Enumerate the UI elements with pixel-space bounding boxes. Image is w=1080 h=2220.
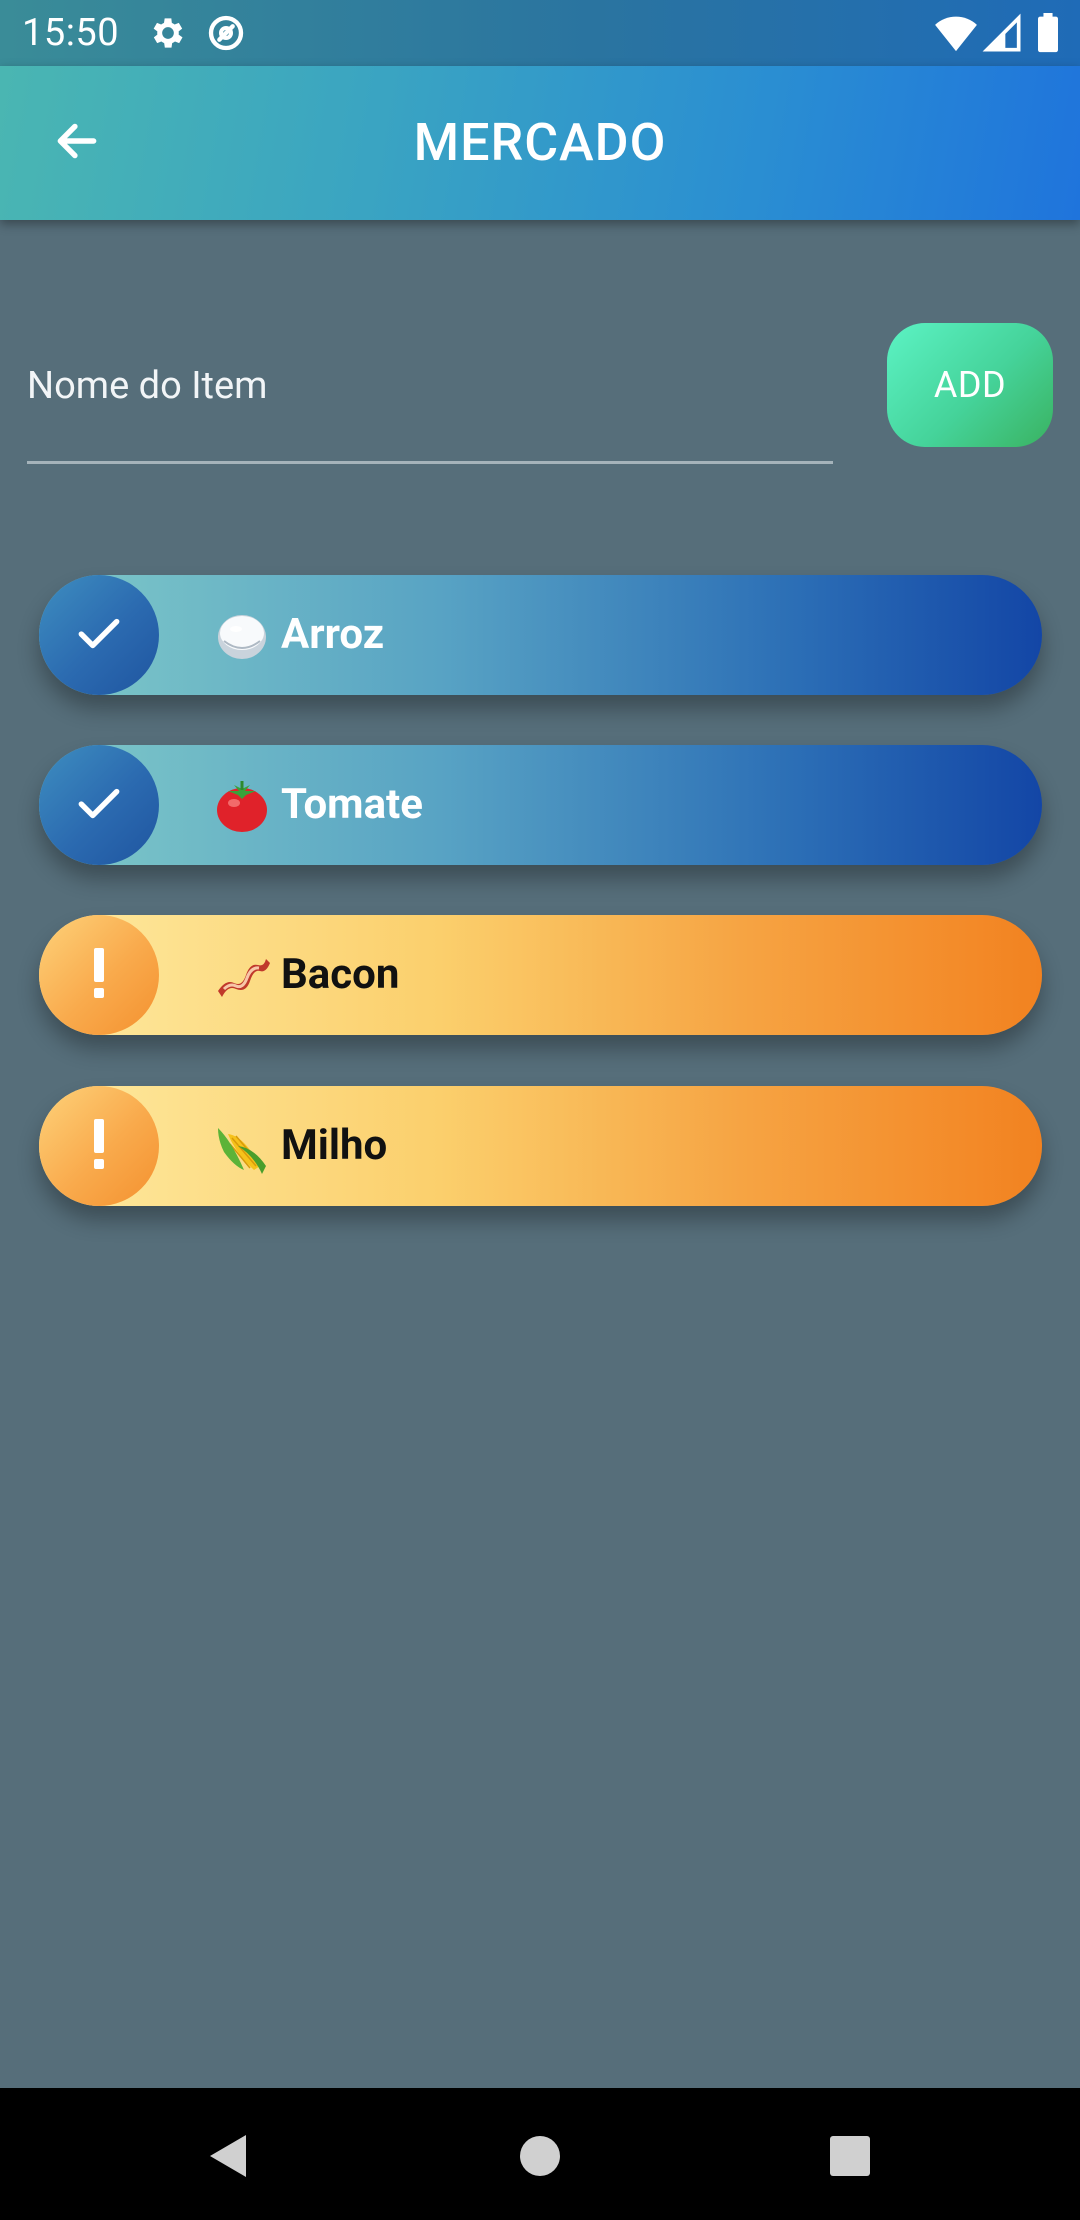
exclamation-icon <box>89 946 109 1004</box>
nav-recents-icon <box>829 2135 871 2181</box>
status-badge[interactable] <box>39 1086 159 1206</box>
list-item-bacon[interactable]: Bacon <box>39 915 1042 1035</box>
nav-back-icon <box>206 2132 250 2184</box>
status-badge[interactable] <box>39 575 159 695</box>
item-label: Arroz <box>281 610 385 659</box>
item-label: Milho <box>281 1121 388 1170</box>
exclamation-icon <box>89 1117 109 1175</box>
app-bar: MERCADO <box>0 66 1080 220</box>
nav-home-icon <box>518 2134 562 2182</box>
status-time: 15:50 <box>22 11 120 55</box>
item-name-input[interactable] <box>27 350 832 422</box>
check-icon <box>74 608 124 662</box>
battery-icon <box>1036 13 1060 57</box>
nav-recents-button[interactable] <box>810 2118 890 2198</box>
add-button[interactable]: ADD <box>887 323 1053 447</box>
gear-icon <box>148 13 188 57</box>
list-item-milho[interactable]: Milho <box>39 1086 1042 1206</box>
wifi-icon <box>934 13 978 57</box>
back-button[interactable] <box>40 111 114 175</box>
sync-icon <box>206 13 246 57</box>
nav-back-button[interactable] <box>188 2118 268 2198</box>
list-item-arroz[interactable]: Arroz <box>39 575 1042 695</box>
tomato-icon <box>214 775 270 835</box>
status-badge[interactable] <box>39 915 159 1035</box>
nav-home-button[interactable] <box>500 2118 580 2198</box>
corn-icon <box>214 1116 270 1176</box>
arrow-left-icon <box>52 116 102 170</box>
status-bar: 15:50 <box>0 0 1080 66</box>
rice-icon <box>214 605 270 665</box>
item-label: Bacon <box>281 950 400 999</box>
cell-signal-icon <box>982 13 1022 57</box>
input-underline <box>27 461 833 464</box>
status-badge[interactable] <box>39 745 159 865</box>
page-title: MERCADO <box>413 112 667 173</box>
list-item-tomate[interactable]: Tomate <box>39 745 1042 865</box>
check-icon <box>74 778 124 832</box>
bacon-icon <box>214 945 270 1005</box>
item-label: Tomate <box>281 780 423 829</box>
navigation-bar <box>0 2088 1080 2220</box>
